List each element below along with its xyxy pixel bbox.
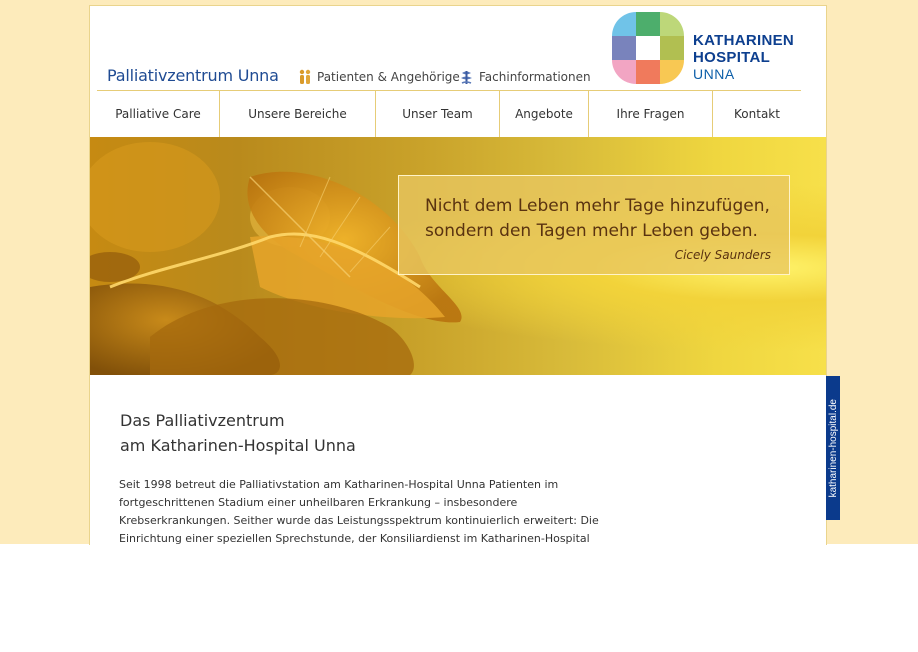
logo-text: KATHARINEN HOSPITAL UNNA — [693, 32, 794, 83]
patients-link-label: Patienten & Angehörige — [317, 70, 460, 84]
hero-banner: Nicht dem Leben mehr Tage hinzufügen, so… — [90, 137, 826, 375]
site-title[interactable]: Palliativzentrum Unna — [107, 66, 279, 85]
nav-item-kontakt[interactable]: Kontakt — [713, 91, 801, 137]
nav-item-angebote[interactable]: Angebote — [500, 91, 589, 137]
paragraph-line: fortgeschrittenen Stadium einer unheilba… — [119, 496, 518, 509]
side-tab-label: katharinen-hospital.de — [827, 398, 839, 498]
quote-author: Cicely Saunders — [674, 248, 771, 262]
content-heading-line-1: Das Palliativzentrum — [120, 411, 285, 430]
paragraph-line: Seit 1998 betreut die Palliativstation a… — [119, 478, 559, 491]
katharinen-hospital-side-tab[interactable]: katharinen-hospital.de — [826, 376, 840, 520]
nav-item-unser-team[interactable]: Unser Team — [376, 91, 500, 137]
content-heading: Das Palliativzentrum am Katharinen-Hospi… — [120, 408, 356, 458]
patients-link[interactable]: Patienten & Angehörige — [298, 69, 460, 85]
paragraph-line: Krebserkrankungen. Seither wurde das Lei… — [119, 514, 599, 527]
quote-text: Nicht dem Leben mehr Tage hinzufügen, so… — [425, 194, 770, 244]
paragraph-line: Einrichtung einer speziellen Sprechstund… — [119, 532, 590, 545]
hospital-logo[interactable]: KATHARINEN HOSPITAL UNNA — [612, 12, 794, 84]
page-container: Palliativzentrum Unna Patienten & Angehö… — [89, 5, 827, 545]
quote-line-2: sondern den Tagen mehr Leben geben. — [425, 221, 758, 241]
fachinformationen-link-label: Fachinformationen — [479, 70, 591, 84]
logo-mark-icon — [612, 12, 684, 84]
quote-line-1: Nicht dem Leben mehr Tage hinzufügen, — [425, 196, 770, 216]
fachinformationen-link[interactable]: Fachinformationen — [459, 69, 591, 85]
quote-box: Nicht dem Leben mehr Tage hinzufügen, so… — [398, 175, 790, 275]
nav-item-palliative-care[interactable]: Palliative Care — [97, 91, 220, 137]
caduceus-icon — [461, 71, 472, 84]
content-paragraph: Seit 1998 betreut die Palliativstation a… — [119, 476, 609, 545]
nav-item-ihre-fragen[interactable]: Ihre Fragen — [589, 91, 713, 137]
main-navigation: Palliative Care Unsere Bereiche Unser Te… — [97, 90, 801, 137]
logo-line-3: UNNA — [693, 66, 735, 82]
content-heading-line-2: am Katharinen-Hospital Unna — [120, 436, 356, 455]
logo-line-1: KATHARINEN — [693, 32, 795, 49]
nav-item-unsere-bereiche[interactable]: Unsere Bereiche — [220, 91, 376, 137]
people-icon — [299, 69, 311, 84]
logo-line-2: HOSPITAL — [693, 49, 771, 66]
